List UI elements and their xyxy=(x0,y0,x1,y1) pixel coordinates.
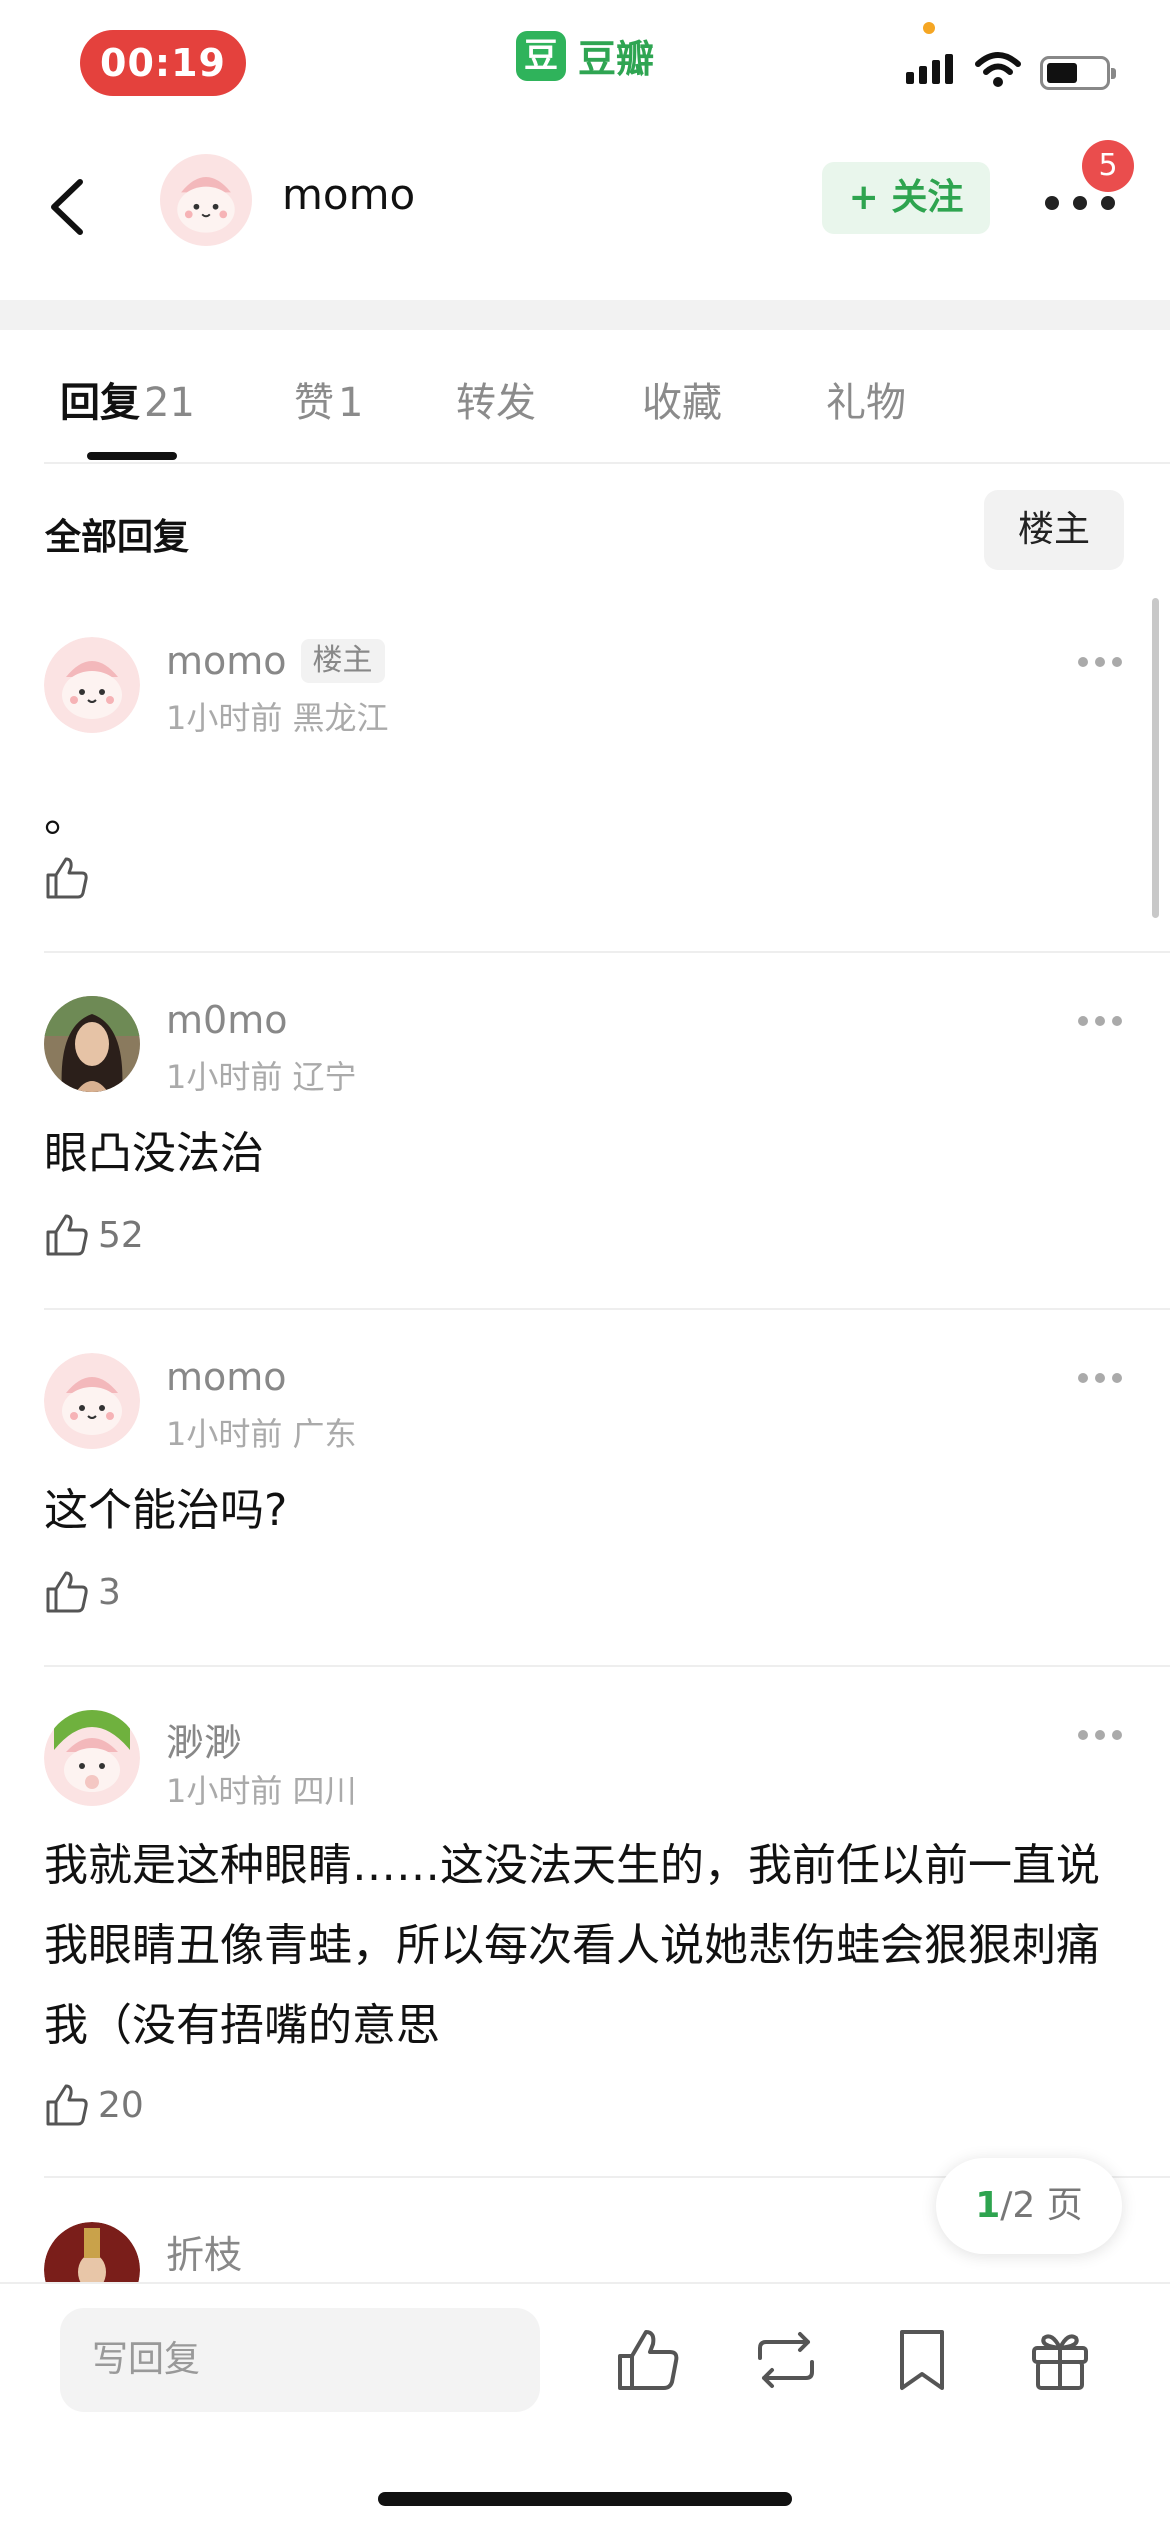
op-only-filter-button[interactable]: 楼主 xyxy=(984,490,1124,570)
tab-collections[interactable]: 收藏 xyxy=(642,370,722,428)
author-name: 渺渺 xyxy=(166,1721,243,1765)
comment-text: 。 xyxy=(44,791,88,842)
avatar[interactable] xyxy=(44,1710,140,1806)
comment-more-icon[interactable] xyxy=(1078,1016,1122,1028)
comment-divider xyxy=(44,1665,1170,1667)
tabs-divider xyxy=(44,462,1170,464)
author-name: momo xyxy=(166,1355,287,1399)
tab-bar: 回复 21 赞1 转发 收藏 礼物 xyxy=(0,352,1170,462)
tab-label: 回复 xyxy=(60,380,140,426)
comment-meta: 1小时前 黑龙江 xyxy=(166,699,389,737)
comment-more-icon[interactable] xyxy=(1078,1373,1122,1385)
author-name: m0mo xyxy=(166,998,288,1042)
avatar[interactable] xyxy=(44,1353,140,1449)
like-button[interactable]: 52 xyxy=(44,1212,144,1258)
reply-input[interactable]: 写回复 xyxy=(60,2308,540,2412)
douban-logo-icon: 豆 xyxy=(516,30,566,81)
total-pages: /2 页 xyxy=(1000,2185,1083,2226)
comment-meta: 1小时前 广东 xyxy=(166,1415,357,1453)
header-user-name[interactable]: momo xyxy=(282,170,415,219)
header: momo + 关注 5 xyxy=(0,140,1170,290)
tab-reposts[interactable]: 转发 xyxy=(456,370,536,428)
tab-label: 收藏 xyxy=(642,380,722,426)
notification-badge: 5 xyxy=(1082,140,1134,192)
tab-count: 21 xyxy=(144,380,195,426)
thumbs-up-icon xyxy=(46,2084,88,2126)
status-bar: 00:19 豆 豆瓣 xyxy=(0,0,1170,130)
like-button[interactable] xyxy=(44,855,98,901)
comment-author[interactable]: 折枝 xyxy=(166,2224,242,2279)
author-name: 折枝 xyxy=(166,2233,243,2277)
like-count: 52 xyxy=(98,1214,144,1256)
avatar[interactable] xyxy=(44,996,140,1092)
tab-gifts[interactable]: 礼物 xyxy=(826,370,906,428)
comment-author[interactable]: momo xyxy=(166,1355,287,1399)
gift-icon[interactable] xyxy=(1024,2324,1096,2396)
avatar[interactable] xyxy=(44,2222,140,2282)
all-replies-title: 全部回复 xyxy=(45,517,190,558)
follow-button[interactable]: + 关注 xyxy=(822,162,990,234)
author-name: momo xyxy=(166,639,287,683)
comment-more-icon[interactable] xyxy=(1078,657,1122,669)
app-badge: 豆 豆瓣 xyxy=(516,28,654,83)
comment-author[interactable]: 渺渺 xyxy=(166,1712,242,1767)
cellular-signal-icon xyxy=(906,54,958,84)
bookmark-icon[interactable] xyxy=(886,2324,958,2396)
tab-label: 赞 xyxy=(294,380,334,426)
comment-author[interactable]: m0mo xyxy=(166,998,287,1042)
comment-more-icon[interactable] xyxy=(1078,1730,1122,1742)
wifi-icon xyxy=(975,52,1021,87)
active-tab-indicator xyxy=(87,452,177,460)
tab-label: 礼物 xyxy=(826,380,906,426)
tab-label: 转发 xyxy=(456,380,536,426)
status-time: 00:19 xyxy=(80,30,246,96)
like-button[interactable]: 3 xyxy=(44,1569,121,1615)
back-arrow-icon[interactable] xyxy=(40,172,100,242)
like-icon[interactable] xyxy=(612,2324,684,2396)
op-badge: 楼主 xyxy=(300,639,385,683)
comment-divider xyxy=(44,1308,1170,1310)
comment-text: 眼凸没法治 xyxy=(44,1128,264,1179)
battery-icon xyxy=(1040,56,1116,90)
privacy-indicator-dot xyxy=(923,22,935,34)
avatar[interactable] xyxy=(44,637,140,733)
thumbs-up-icon xyxy=(46,1571,88,1613)
comment-divider xyxy=(44,951,1170,953)
tab-count: 1 xyxy=(338,380,364,426)
home-indicator[interactable] xyxy=(378,2492,792,2506)
like-button[interactable]: 20 xyxy=(44,2082,144,2128)
pagination-indicator[interactable]: 1/2 页 xyxy=(936,2158,1122,2254)
reply-filter-row: 全部回复 楼主 xyxy=(0,480,1170,580)
current-page: 1 xyxy=(975,2185,1001,2226)
more-options-icon[interactable] xyxy=(1045,188,1115,218)
app-name: 豆瓣 xyxy=(578,37,655,81)
scrollbar[interactable] xyxy=(1152,598,1159,918)
comment-author[interactable]: momo 楼主 xyxy=(166,639,385,683)
repost-icon[interactable] xyxy=(750,2324,822,2396)
section-divider xyxy=(0,300,1170,330)
comment-meta: 1小时前 四川 xyxy=(166,1772,357,1810)
tab-replies[interactable]: 回复 21 xyxy=(60,370,195,428)
like-count: 20 xyxy=(98,2084,144,2126)
comment-text: 这个能治吗? xyxy=(44,1485,288,1536)
tab-likes[interactable]: 赞1 xyxy=(294,370,363,428)
thumbs-up-icon xyxy=(46,857,88,899)
avatar[interactable] xyxy=(160,154,252,246)
like-count: 3 xyxy=(98,1571,121,1613)
comment-text: 我就是这种眼睛……这没法天生的，我前任以前一直说我眼睛丑像青蛙，所以每次看人说她… xyxy=(44,1840,1100,2051)
comment-meta: 1小时前 辽宁 xyxy=(166,1058,357,1096)
thumbs-up-icon xyxy=(46,1214,88,1256)
